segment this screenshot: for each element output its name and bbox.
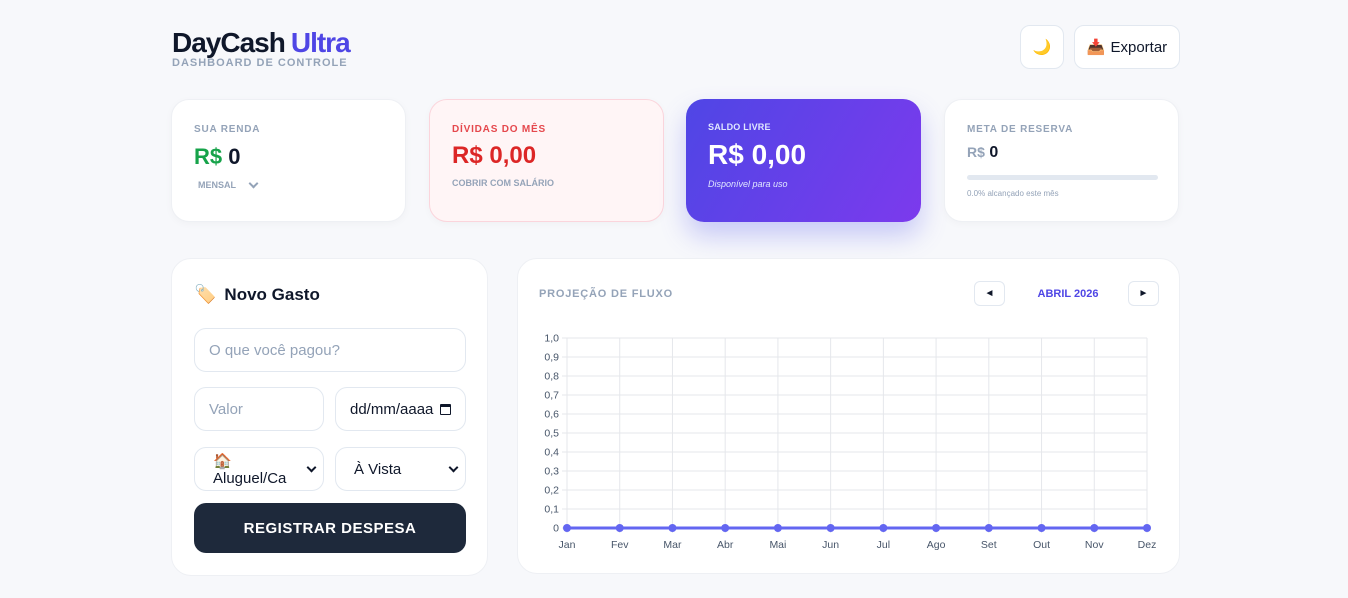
income-label: SUA RENDA bbox=[194, 124, 261, 135]
data-point bbox=[615, 524, 624, 532]
y-tick-label: 0,1 bbox=[544, 504, 559, 516]
y-tick-label: 0,3 bbox=[544, 466, 559, 478]
debts-amount: R$ 0,00 bbox=[452, 142, 537, 169]
data-point bbox=[879, 524, 888, 532]
register-expense-button[interactable]: REGISTRAR DESPESA bbox=[194, 503, 466, 553]
income-frequency-select[interactable]: MENSAL bbox=[198, 178, 259, 190]
category-value: 🏠 Aluguel/Ca bbox=[213, 452, 287, 487]
x-tick-label: Jul bbox=[877, 539, 890, 551]
x-tick-label: Out bbox=[1033, 539, 1050, 551]
y-tick-label: 0,5 bbox=[544, 428, 559, 440]
download-tray-icon: 📥 bbox=[1086, 39, 1106, 56]
value-field[interactable] bbox=[194, 387, 324, 431]
income-currency: R$ bbox=[194, 144, 223, 169]
y-tick-label: 0,9 bbox=[544, 352, 559, 364]
reserve-goal-value: 0 bbox=[989, 144, 999, 161]
calendar-icon[interactable] bbox=[440, 403, 451, 415]
reserve-goal-currency: R$ bbox=[967, 144, 985, 160]
data-point bbox=[1037, 524, 1046, 532]
data-point bbox=[932, 524, 941, 532]
debts-card: DÍVIDAS DO MÊS R$ 0,00 COBRIR COM SALÁRI… bbox=[429, 99, 664, 222]
x-tick-label: Jun bbox=[822, 539, 839, 551]
x-tick-label: Nov bbox=[1085, 539, 1104, 551]
income-amount[interactable]: R$ 0 bbox=[194, 144, 241, 170]
income-card: SUA RENDA R$ 0 MENSAL bbox=[171, 99, 406, 222]
y-tick-label: 0,4 bbox=[544, 447, 559, 459]
moon-icon: 🌙 bbox=[1032, 39, 1052, 56]
x-tick-label: Abr bbox=[717, 539, 734, 551]
theme-toggle-button[interactable]: 🌙 bbox=[1020, 25, 1064, 69]
brand-subtitle: DASHBOARD DE CONTROLE bbox=[172, 57, 348, 69]
data-point bbox=[984, 524, 993, 532]
reserve-goal-label: META DE RESERVA bbox=[967, 124, 1074, 135]
brand-logo: DayCash Ultra bbox=[172, 27, 351, 59]
value-input[interactable] bbox=[209, 400, 309, 418]
price-tag-icon: 🏷️ bbox=[194, 284, 217, 304]
brand-name: DayCash bbox=[172, 27, 286, 58]
free-balance-note: Disponível para uso bbox=[708, 179, 788, 189]
x-tick-label: Jan bbox=[559, 539, 576, 551]
reserve-goal-card: META DE RESERVA R$ 0 0.0% alcançado este… bbox=[944, 99, 1179, 222]
x-tick-label: Ago bbox=[927, 539, 946, 551]
y-tick-label: 0,8 bbox=[544, 371, 559, 383]
category-select[interactable]: 🏠 Aluguel/Ca bbox=[194, 447, 324, 491]
y-tick-label: 0,7 bbox=[544, 390, 559, 402]
form-title-text: Novo Gasto bbox=[224, 284, 320, 304]
data-point bbox=[826, 524, 835, 532]
x-tick-label: Set bbox=[981, 539, 997, 551]
income-value: 0 bbox=[228, 144, 241, 169]
date-value: dd/mm/aaaa bbox=[350, 400, 434, 418]
reserve-goal-note: 0.0% alcançado este mês bbox=[967, 189, 1059, 198]
y-tick-label: 1,0 bbox=[544, 333, 559, 345]
export-label: Exportar bbox=[1110, 38, 1168, 56]
free-balance-card: SALDO LIVRE R$ 0,00 Disponível para uso bbox=[686, 99, 921, 222]
cashflow-chart: 0 0,1 0,2 0,3 0,4 0,5 0,6 0,7 0,8 0,9 1,0 Jan Fev Mar… bbox=[544, 333, 1157, 552]
form-title: 🏷️ Novo Gasto bbox=[194, 284, 320, 305]
debts-note: COBRIR COM SALÁRIO bbox=[452, 178, 554, 188]
free-balance-label: SALDO LIVRE bbox=[708, 122, 771, 132]
x-tick-label: Mai bbox=[769, 539, 786, 551]
income-frequency-value: MENSAL bbox=[198, 180, 236, 190]
cashflow-projection-panel: PROJEÇÃO DE FLUXO ◄ ABRIL 2026 ► 0 0,1 0,2… bbox=[517, 258, 1180, 574]
data-point bbox=[563, 524, 571, 532]
y-tick-label: 0 bbox=[553, 523, 559, 535]
brand-accent: Ultra bbox=[290, 27, 351, 58]
chevron-down-icon bbox=[248, 178, 259, 188]
y-tick-label: 0,6 bbox=[544, 409, 559, 421]
reserve-goal-amount[interactable]: R$ 0 bbox=[967, 144, 998, 162]
data-point bbox=[721, 524, 730, 532]
description-field[interactable] bbox=[194, 328, 466, 372]
payment-method-select[interactable]: À Vista bbox=[335, 447, 466, 491]
data-point bbox=[773, 524, 782, 532]
y-tick-label: 0,2 bbox=[544, 485, 559, 497]
payment-method-value: À Vista bbox=[354, 460, 402, 478]
reserve-progress-bar bbox=[967, 175, 1158, 180]
date-field[interactable]: dd/mm/aaaa bbox=[335, 387, 466, 431]
chevron-down-icon bbox=[448, 462, 459, 472]
x-tick-label: Fev bbox=[611, 539, 629, 551]
data-point bbox=[668, 524, 677, 532]
export-button[interactable]: 📥 Exportar bbox=[1074, 25, 1180, 69]
app-header: DayCash Ultra DASHBOARD DE CONTROLE 🌙 📥 E… bbox=[172, 24, 1180, 74]
x-tick-label: Mar bbox=[663, 539, 682, 551]
data-point bbox=[1143, 524, 1151, 532]
new-expense-panel: 🏷️ Novo Gasto dd/mm/aaaa 🏠 Aluguel/Ca À … bbox=[171, 258, 488, 576]
free-balance-amount: R$ 0,00 bbox=[708, 139, 807, 170]
data-point bbox=[1090, 524, 1099, 532]
debts-label: DÍVIDAS DO MÊS bbox=[452, 124, 546, 135]
description-input[interactable] bbox=[209, 341, 451, 359]
chevron-down-icon bbox=[306, 462, 317, 472]
x-tick-label: Dez bbox=[1138, 539, 1157, 551]
